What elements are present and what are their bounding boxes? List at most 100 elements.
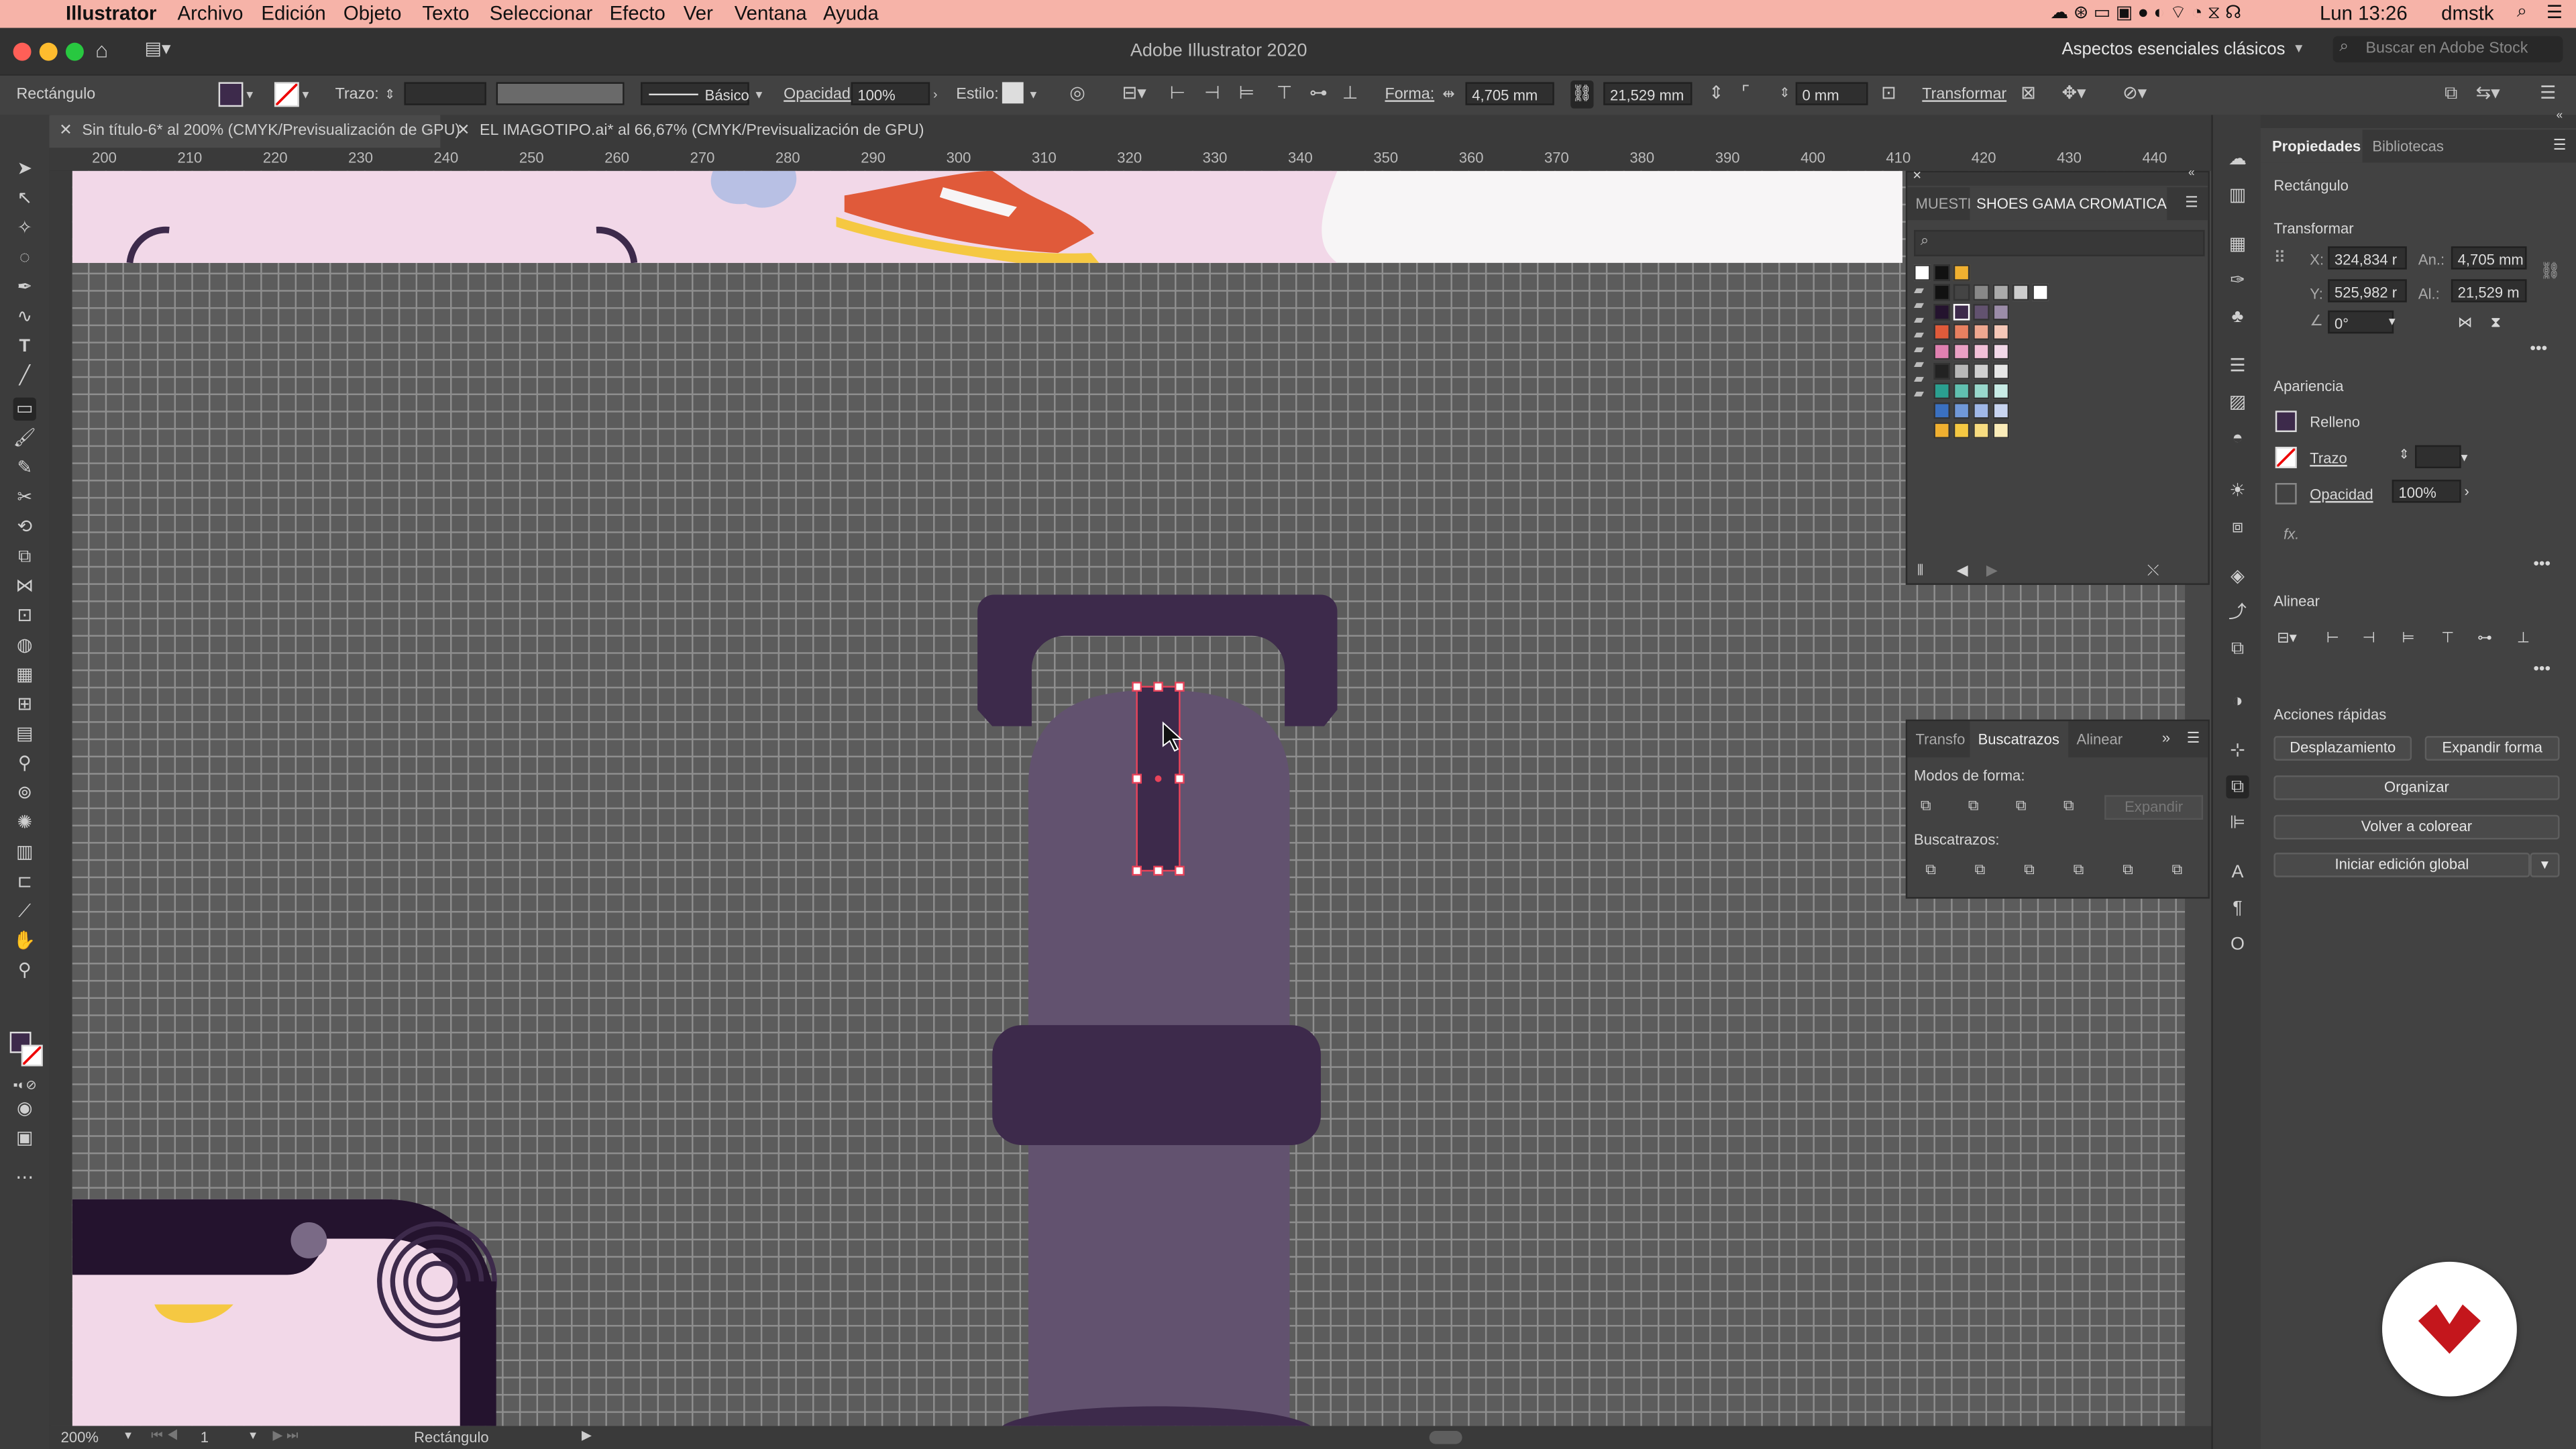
align-right-icon[interactable]: ⊨	[2402, 629, 2414, 647]
more-options-icon[interactable]: •••	[2533, 660, 2551, 678]
symbol-sprayer-icon[interactable]: ✺	[13, 812, 36, 835]
swatch[interactable]	[1992, 343, 2010, 360]
menu-texto[interactable]: Texto	[422, 1, 469, 24]
swatch-search-input[interactable]: ⌕	[1914, 229, 2205, 257]
pencil-tool-icon[interactable]: ✎	[13, 457, 36, 480]
swatch[interactable]	[2032, 284, 2049, 301]
eyedropper-icon[interactable]: ⚲	[13, 753, 36, 775]
menu-ventana[interactable]: Ventana	[735, 1, 807, 24]
y-field[interactable]: 525,982 r	[2328, 279, 2407, 303]
swatch[interactable]	[1933, 422, 1950, 439]
swatches-icon[interactable]: ▦	[2226, 233, 2249, 256]
chevron-down-icon[interactable]: ▾	[303, 85, 309, 105]
transform-icon[interactable]: ⊹	[2226, 739, 2249, 762]
artboard-canvas[interactable]	[72, 170, 2186, 1426]
libraries-icon[interactable]: ☁	[2226, 148, 2249, 170]
swatch[interactable]	[1973, 284, 1990, 301]
lasso-tool-icon[interactable]: ◌	[13, 246, 36, 269]
column-graph-icon[interactable]: ▥	[13, 841, 36, 864]
screen-mode-icon[interactable]: ▣	[13, 1127, 36, 1150]
properties-icon[interactable]: ▥	[2226, 184, 2249, 207]
flip-horizontal-icon[interactable]: ⋈	[2458, 314, 2473, 332]
global-edit-button[interactable]: Iniciar edición global	[2273, 853, 2530, 877]
menu-efecto[interactable]: Efecto	[610, 1, 665, 24]
current-tool-status[interactable]: Rectángulo	[414, 1430, 489, 1446]
align-middle-icon[interactable]: ⊶	[1309, 84, 1328, 103]
transform-link[interactable]: Transformar	[1922, 85, 2006, 103]
layers-icon[interactable]: ◈	[2226, 565, 2249, 588]
chevron-down-icon[interactable]: ▾	[125, 1428, 131, 1442]
align-hcenter-icon[interactable]: ⊣	[2363, 629, 2375, 647]
swatch[interactable]	[2012, 284, 2029, 301]
align-to-icon[interactable]: ⊟▾	[2277, 629, 2297, 647]
swatch[interactable]	[1933, 284, 1950, 301]
rotate-tool-icon[interactable]: ⟲	[13, 516, 36, 539]
curvature-tool-icon[interactable]: ∿	[13, 306, 36, 329]
align-bottom-icon[interactable]: ⊥	[2517, 629, 2530, 647]
vertical-ruler[interactable]	[49, 170, 74, 1426]
more-options-icon[interactable]: •••	[2533, 555, 2551, 574]
slice-tool-icon[interactable]: ⟋	[13, 900, 36, 923]
blend-tool-icon[interactable]: ⊚	[13, 782, 36, 805]
artboard-nav-next-icons[interactable]: ▶ ⏭	[273, 1428, 299, 1444]
opacity-label[interactable]: Opacidad	[2310, 486, 2373, 502]
panel-menu-icon[interactable]: ☰	[2187, 729, 2200, 747]
tab-transform[interactable]: Transfo	[1916, 731, 1966, 747]
gradient-icon[interactable]: ▨	[2226, 391, 2249, 414]
swatch[interactable]	[1953, 284, 1970, 301]
x-field[interactable]: 324,834 r	[2328, 246, 2407, 270]
swatch-library-icon[interactable]: ⫴	[1917, 562, 1923, 580]
swatch[interactable]	[1973, 304, 1990, 321]
stroke-swatch[interactable]	[274, 82, 299, 107]
reference-point-icon[interactable]: ⠿	[2273, 250, 2286, 268]
zoom-tool-icon[interactable]: ⚲	[13, 959, 36, 982]
scale-tool-icon[interactable]: ⧉	[13, 545, 36, 568]
chevron-down-icon[interactable]: ▾	[246, 85, 253, 105]
panel-header-bar[interactable]: «	[2260, 110, 2576, 129]
horizontal-scroll-thumb[interactable]	[1429, 1431, 1462, 1444]
swatch[interactable]	[1933, 343, 1950, 360]
crop-icon[interactable]: ⧉	[2074, 861, 2093, 877]
paragraph-icon[interactable]: ¶	[2226, 897, 2249, 920]
gradient-tool-icon[interactable]: ▤	[13, 723, 36, 746]
chevron-left-icon[interactable]: ◀	[1957, 562, 1968, 580]
outline-icon[interactable]: ⧉	[2123, 861, 2142, 877]
stroke-weight-field[interactable]	[404, 82, 486, 105]
swatch[interactable]	[1933, 402, 1950, 419]
stroke-label[interactable]: Trazo	[2310, 450, 2347, 466]
brush-definition[interactable]: Básico	[641, 82, 749, 105]
swatch[interactable]	[1992, 382, 2010, 400]
chevron-down-icon[interactable]: ▾	[1030, 85, 1037, 105]
swatch[interactable]	[1992, 284, 2010, 301]
chevron-right-icon[interactable]: ▶	[1986, 562, 1998, 580]
zoom-window-button[interactable]	[65, 42, 84, 61]
chevron-down-icon[interactable]: ▾	[2295, 40, 2302, 58]
character-icon[interactable]: A	[2226, 861, 2249, 883]
opentype-icon[interactable]: O	[2226, 933, 2249, 956]
corner-type-icon[interactable]: ⌜	[1741, 84, 1750, 103]
tab-shoes-gama[interactable]: SHOES GAMA CROMATICA	[1970, 187, 2167, 221]
tab-imagotipo[interactable]: ✕ EL IMAGOTIPO.ai* al 66,67% (CMYK/Previs…	[450, 115, 943, 148]
zoom-level[interactable]: 200%	[61, 1430, 99, 1446]
swatch[interactable]	[1992, 304, 2010, 321]
isolate-icon[interactable]: ⊠	[2021, 84, 2036, 103]
paintbrush-tool-icon[interactable]: 🖌	[13, 427, 36, 450]
opacity-label[interactable]: Opacidad:	[784, 85, 855, 103]
arrange-button[interactable]: Organizar	[2273, 775, 2560, 800]
tab-align[interactable]: Alinear	[2077, 731, 2123, 747]
tab-libraries[interactable]: Bibliotecas	[2372, 138, 2444, 154]
chevron-down-icon[interactable]: ▾	[756, 85, 763, 105]
scissors-tool-icon[interactable]: ✂	[13, 486, 36, 509]
swatch-none[interactable]	[1914, 264, 1931, 281]
recolor-button[interactable]: Volver a colorear	[2273, 814, 2560, 840]
transparency-icon[interactable]: ◓	[2226, 427, 2249, 450]
swatch[interactable]	[1933, 363, 1950, 380]
artboards-icon[interactable]: ⧉	[2226, 637, 2249, 660]
horizontal-ruler[interactable]: 200 210 220 230 240 250 260 270 280 290 …	[49, 148, 2212, 173]
swatch[interactable]	[1973, 323, 1990, 340]
unite-icon[interactable]: ⧉	[1921, 797, 1940, 813]
swatch[interactable]	[1973, 402, 1990, 419]
swatch[interactable]	[1992, 402, 2010, 419]
shape-builder-icon[interactable]: ◍	[13, 634, 36, 657]
flip-vertical-icon[interactable]: ⧗	[2491, 314, 2501, 332]
